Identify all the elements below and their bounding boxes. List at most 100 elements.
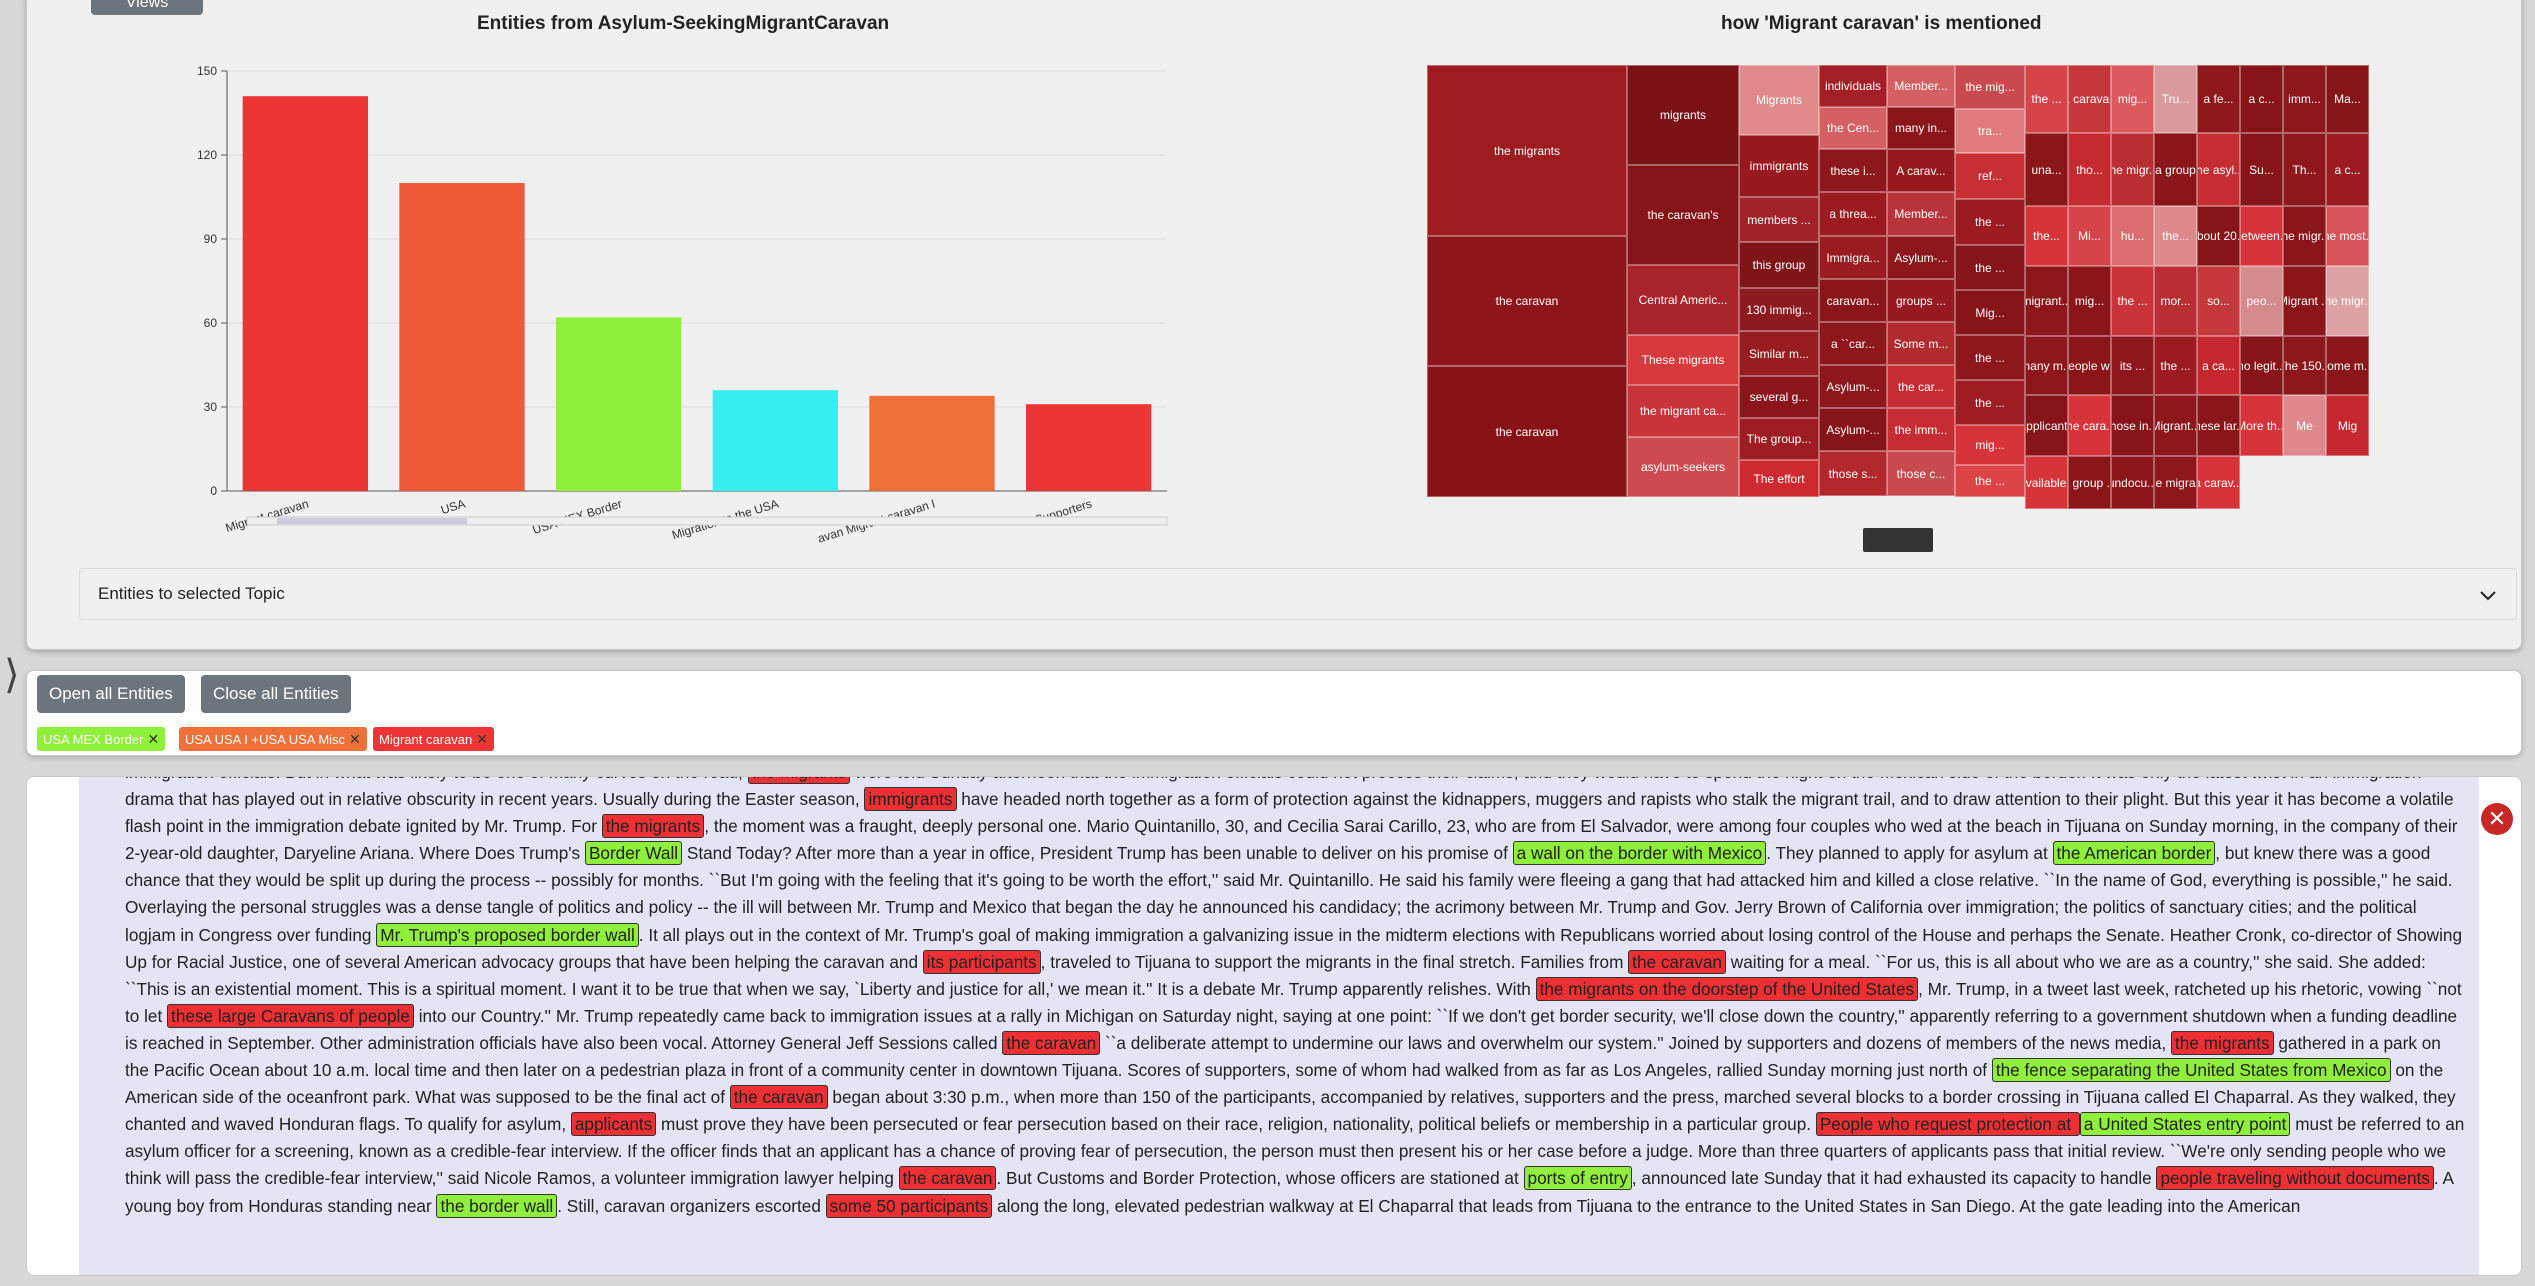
treemap-cell[interactable]: about 20... bbox=[2197, 206, 2240, 266]
treemap-cell[interactable]: mor... bbox=[2154, 266, 2197, 336]
views-button[interactable]: Views bbox=[91, 0, 203, 15]
treemap-cell[interactable]: a group ... bbox=[2068, 456, 2111, 509]
entity-highlight[interactable]: the American border bbox=[2052, 841, 2216, 866]
entity-highlight[interactable]: People who request protection at bbox=[1815, 1112, 2080, 1137]
treemap-cell[interactable]: Member... bbox=[1887, 192, 1955, 236]
treemap-cell[interactable]: The effort bbox=[1739, 460, 1819, 497]
treemap-cell[interactable]: the most... bbox=[2326, 206, 2369, 266]
treemap-cell[interactable]: the migrant ca... bbox=[1627, 385, 1739, 437]
treemap-cell[interactable]: its ... bbox=[2111, 336, 2154, 395]
remove-tag-icon[interactable]: ✕ bbox=[147, 731, 159, 748]
treemap-cell[interactable]: imm... bbox=[2283, 65, 2326, 133]
treemap-toggle-button[interactable] bbox=[1863, 528, 1933, 552]
treemap-cell[interactable]: so... bbox=[2197, 266, 2240, 336]
entity-tag[interactable]: USA MEX Border ✕ bbox=[37, 727, 166, 751]
treemap-cell[interactable]: migrants bbox=[1627, 65, 1739, 165]
treemap-cell[interactable]: The group... bbox=[1739, 418, 1819, 460]
treemap-cell[interactable]: the asyl... bbox=[2197, 133, 2240, 206]
treemap-cell[interactable]: Some m... bbox=[1887, 322, 1955, 365]
treemap-cell[interactable]: a group bbox=[2154, 133, 2197, 206]
treemap-cell[interactable]: the ... bbox=[2111, 266, 2154, 336]
treemap-cell[interactable]: several g... bbox=[1739, 376, 1819, 418]
entity-highlight[interactable]: the migrants bbox=[2171, 1030, 2274, 1055]
entity-tag[interactable]: USA USA I +USA USA Misc ✕ bbox=[179, 727, 367, 751]
treemap-cell[interactable]: the caravan bbox=[1427, 366, 1627, 497]
treemap-cell[interactable]: these lar... bbox=[2197, 395, 2240, 456]
treemap-cell[interactable]: individuals bbox=[1819, 65, 1887, 107]
treemap-cell[interactable]: many in... bbox=[1887, 107, 1955, 149]
treemap-cell[interactable]: a c... bbox=[2326, 133, 2369, 206]
entity-highlight[interactable]: a United States entry point bbox=[2079, 1112, 2291, 1137]
treemap-cell[interactable]: Asylum-... bbox=[1887, 236, 1955, 279]
treemap-cell[interactable]: Migrants bbox=[1739, 65, 1819, 135]
treemap-cell[interactable]: Similar m... bbox=[1739, 331, 1819, 376]
entity-highlight[interactable]: the migrants bbox=[747, 777, 851, 784]
treemap-cell[interactable]: hu... bbox=[2111, 206, 2154, 266]
treemap-cell[interactable]: the ... bbox=[2025, 65, 2068, 133]
treemap-cell[interactable]: the ... bbox=[1955, 380, 2025, 425]
treemap-cell[interactable]: Migrant ... bbox=[2283, 266, 2326, 336]
treemap-cell[interactable]: immigrants bbox=[1739, 135, 1819, 197]
entity-highlight[interactable]: the caravan bbox=[898, 1166, 997, 1191]
entity-highlight[interactable]: its participants bbox=[922, 949, 1041, 974]
treemap-cell[interactable]: a carav... bbox=[2197, 456, 2240, 509]
treemap-cell[interactable]: the migrants bbox=[1427, 65, 1627, 236]
entity-highlight[interactable]: people traveling without documents bbox=[2156, 1166, 2434, 1191]
treemap-cell[interactable]: a caravan bbox=[2068, 65, 2111, 133]
treemap-cell[interactable]: Immigra... bbox=[1819, 236, 1887, 279]
treemap-cell[interactable]: Member... bbox=[1887, 65, 1955, 107]
treemap-cell[interactable]: Me bbox=[2283, 395, 2326, 456]
treemap-cell[interactable]: migrant... bbox=[2025, 266, 2068, 336]
treemap-cell[interactable]: Mi... bbox=[2068, 206, 2111, 266]
treemap-cell[interactable]: mig... bbox=[1955, 425, 2025, 465]
treemap-cell[interactable]: a ``car... bbox=[1819, 322, 1887, 365]
bar[interactable] bbox=[242, 96, 368, 491]
entity-highlight[interactable]: the caravan bbox=[1002, 1030, 1101, 1055]
treemap-cell[interactable]: Central Americ... bbox=[1627, 265, 1739, 335]
entity-tag[interactable]: Migrant caravan ✕ bbox=[373, 727, 494, 751]
treemap-cell[interactable]: the migr... bbox=[2283, 206, 2326, 266]
treemap-cell[interactable]: Su... bbox=[2240, 133, 2283, 206]
treemap-cell[interactable]: tra... bbox=[1955, 109, 2025, 153]
treemap-cell[interactable]: applicants bbox=[2025, 395, 2068, 456]
treemap-cell[interactable]: peo... bbox=[2240, 266, 2283, 336]
treemap-cell[interactable]: Between... bbox=[2240, 206, 2283, 266]
treemap-cell[interactable]: mig... bbox=[2068, 266, 2111, 336]
treemap-cell[interactable]: those s... bbox=[1819, 451, 1887, 496]
treemap-cell[interactable]: Asylum-... bbox=[1819, 408, 1887, 451]
entity-highlight[interactable]: the border wall bbox=[436, 1193, 558, 1218]
treemap-cell[interactable]: Migrant... bbox=[2154, 395, 2197, 456]
treemap-cell[interactable]: a fe... bbox=[2197, 65, 2240, 133]
treemap-cell[interactable]: 130 immig... bbox=[1739, 288, 1819, 331]
entity-highlight[interactable]: ports of entry bbox=[1523, 1166, 1632, 1191]
bar[interactable] bbox=[1026, 404, 1152, 491]
close-icon[interactable]: ✕ bbox=[2481, 803, 2513, 835]
entity-highlight[interactable]: a wall on the border with Mexico bbox=[1512, 841, 1767, 866]
bar[interactable] bbox=[556, 317, 682, 491]
close-all-entities-button[interactable]: Close all Entities bbox=[201, 675, 351, 713]
entity-highlight[interactable]: the caravan bbox=[1628, 949, 1726, 974]
treemap-cell[interactable]: the ... bbox=[1955, 199, 2025, 245]
treemap-cell[interactable]: this group bbox=[1739, 242, 1819, 288]
treemap-cell[interactable]: Th... bbox=[2283, 133, 2326, 206]
entity-highlight[interactable]: the fence separating the United States f… bbox=[1991, 1058, 2391, 1083]
entity-highlight[interactable]: some 50 participants bbox=[825, 1193, 993, 1218]
treemap-cell[interactable]: A carav... bbox=[1887, 149, 1955, 192]
treemap-cell[interactable]: no legit... bbox=[2240, 336, 2283, 395]
treemap-cell[interactable]: available." bbox=[2025, 456, 2068, 509]
treemap-cell[interactable]: Mig bbox=[2326, 395, 2369, 456]
treemap-cell[interactable]: Asylum-... bbox=[1819, 365, 1887, 408]
treemap-cell[interactable]: Tru... bbox=[2154, 65, 2197, 133]
treemap-cell[interactable]: the caravan bbox=[1427, 236, 1627, 366]
treemap-cell[interactable]: the mig... bbox=[1955, 65, 2025, 109]
treemap-cell[interactable]: Ma... bbox=[2326, 65, 2369, 133]
entity-highlight[interactable]: applicants bbox=[570, 1112, 657, 1137]
entity-highlight[interactable]: these large Caravans of people bbox=[167, 1003, 414, 1028]
treemap-cell[interactable]: the Cen... bbox=[1819, 107, 1887, 149]
entity-highlight[interactable]: immigrants bbox=[864, 787, 957, 812]
treemap-cell[interactable]: the ... bbox=[1955, 465, 2025, 497]
treemap-cell[interactable]: those c... bbox=[1887, 451, 1955, 496]
bar[interactable] bbox=[712, 390, 838, 491]
treemap-cell[interactable]: the migr... bbox=[2111, 133, 2154, 206]
treemap-cell[interactable]: una... bbox=[2025, 133, 2068, 206]
